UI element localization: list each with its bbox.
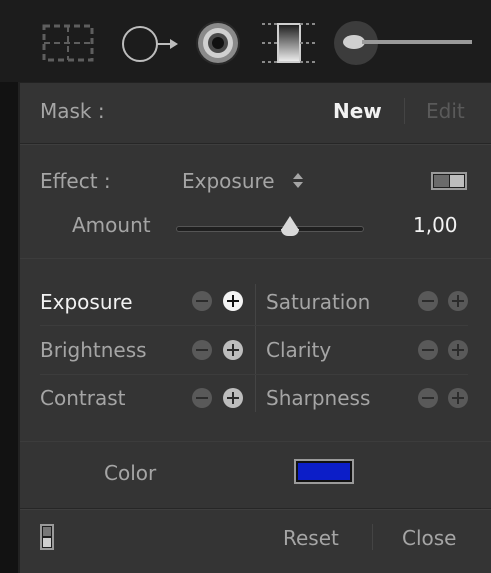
saturation-minus-button[interactable] bbox=[418, 291, 438, 311]
mask-label: Mask : bbox=[40, 99, 105, 123]
effect-label: Effect : bbox=[40, 169, 111, 193]
footer-divider bbox=[20, 508, 491, 510]
adjust-label-contrast: Contrast bbox=[40, 386, 126, 410]
exposure-minus-button[interactable] bbox=[192, 291, 212, 311]
amount-slider-track[interactable] bbox=[176, 226, 364, 232]
amount-slider-thumb[interactable] bbox=[281, 216, 299, 230]
new-mask-button[interactable]: New bbox=[333, 99, 382, 123]
color-swatch[interactable] bbox=[294, 459, 354, 484]
section-divider bbox=[20, 143, 491, 145]
edit-mask-button[interactable]: Edit bbox=[426, 99, 465, 123]
stepper-icon bbox=[292, 171, 304, 193]
reset-button[interactable]: Reset bbox=[283, 526, 339, 550]
row-divider bbox=[40, 325, 468, 326]
adjust-label-sharpness: Sharpness bbox=[266, 386, 371, 410]
grid-divider bbox=[255, 284, 256, 412]
amount-label: Amount bbox=[72, 213, 151, 237]
sharpness-minus-button[interactable] bbox=[418, 388, 438, 408]
marquee-tool-icon[interactable] bbox=[38, 18, 98, 68]
brightness-minus-button[interactable] bbox=[192, 340, 212, 360]
brush-tool-icon[interactable] bbox=[332, 18, 474, 68]
slider-divider bbox=[20, 258, 491, 259]
mask-divider bbox=[404, 98, 405, 124]
contrast-minus-button[interactable] bbox=[192, 388, 212, 408]
footer-button-divider bbox=[372, 524, 373, 550]
effect-preset-select[interactable]: Exposure bbox=[182, 166, 312, 196]
amount-value: 1,00 bbox=[413, 213, 458, 237]
row-divider bbox=[40, 374, 468, 375]
color-swatch-fill bbox=[298, 463, 350, 480]
circle-arrow-tool-icon[interactable] bbox=[118, 18, 180, 68]
sharpness-plus-button[interactable] bbox=[448, 388, 468, 408]
contrast-plus-button[interactable] bbox=[223, 388, 243, 408]
effect-preset-value: Exposure bbox=[182, 169, 275, 193]
saturation-plus-button[interactable] bbox=[448, 291, 468, 311]
adjust-label-brightness: Brightness bbox=[40, 338, 147, 362]
before-after-switch-icon[interactable] bbox=[40, 524, 54, 550]
clarity-minus-button[interactable] bbox=[418, 340, 438, 360]
panel-toggle-icon[interactable] bbox=[431, 172, 467, 190]
close-button[interactable]: Close bbox=[402, 526, 456, 550]
color-label: Color bbox=[104, 461, 157, 485]
gradient-tool-icon[interactable] bbox=[258, 18, 320, 68]
adjust-label-clarity: Clarity bbox=[266, 338, 332, 362]
tool-strip bbox=[0, 0, 491, 82]
grid-bottom-divider bbox=[20, 441, 491, 442]
clarity-plus-button[interactable] bbox=[448, 340, 468, 360]
eye-tool-icon[interactable] bbox=[192, 18, 244, 68]
brightness-plus-button[interactable] bbox=[223, 340, 243, 360]
adjust-label-exposure: Exposure bbox=[40, 290, 133, 314]
exposure-plus-button[interactable] bbox=[223, 291, 243, 311]
adjust-label-saturation: Saturation bbox=[266, 290, 371, 314]
